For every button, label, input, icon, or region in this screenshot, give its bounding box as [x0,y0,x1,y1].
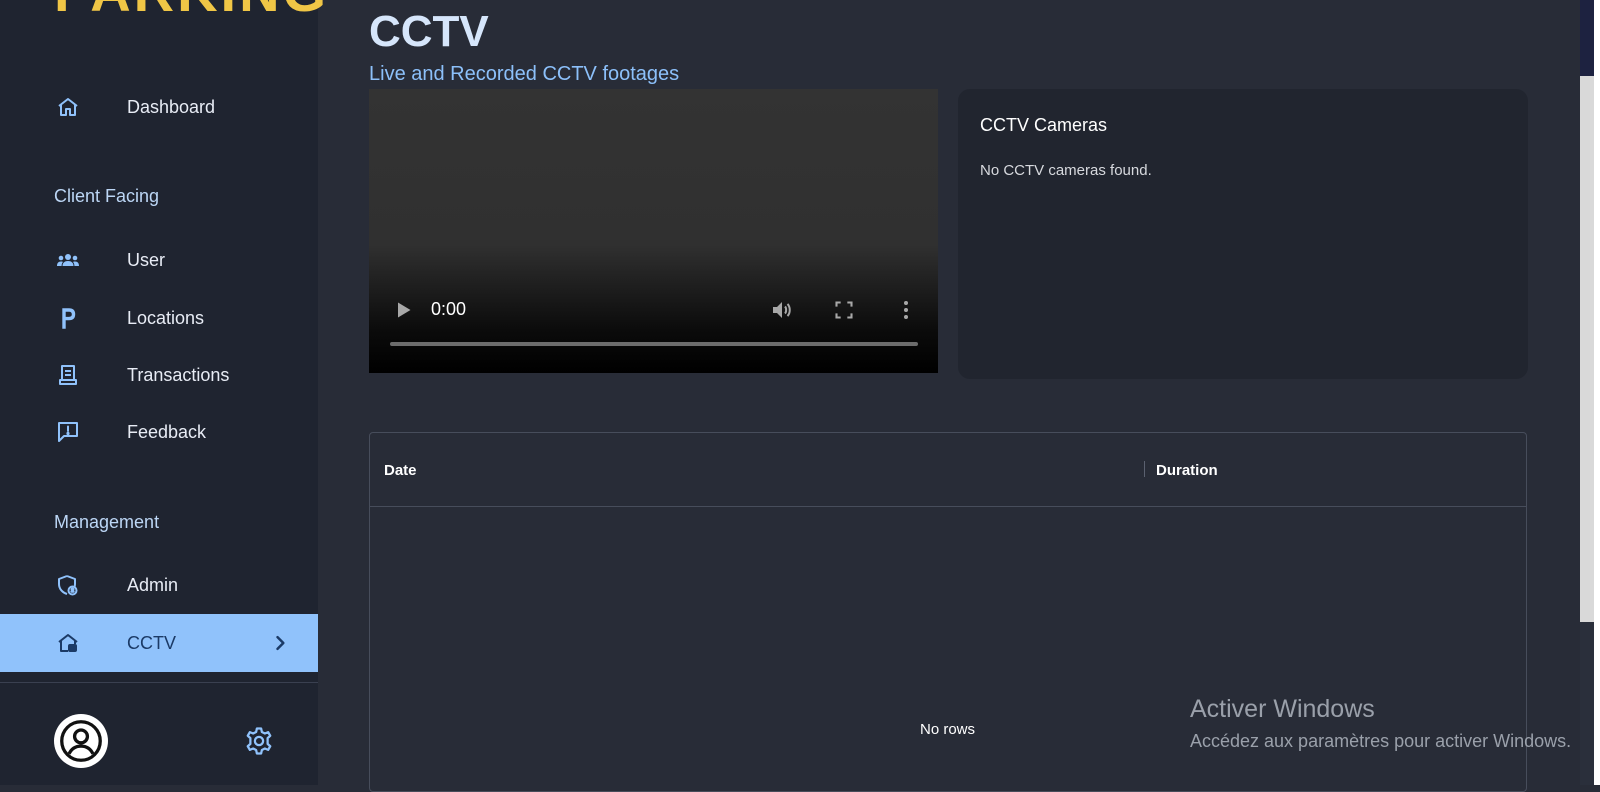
chevron-right-icon [276,635,285,651]
video-player[interactable]: 0:00 [369,89,938,373]
table-header: Date Duration [370,433,1526,507]
parking-icon [54,304,82,332]
page-subtitle: Live and Recorded CCTV footages [369,63,680,85]
more-options-icon[interactable] [896,298,916,322]
account-circle-icon [60,720,102,762]
home-icon [54,93,82,121]
video-time: 0:00 [431,299,467,319]
sidebar-item-label: CCTV [127,632,176,653]
app-logo: PARKING [54,0,329,20]
fullscreen-icon[interactable] [834,300,854,320]
page-title: CCTV [369,7,489,56]
table-empty-text: No rows [920,721,976,738]
sidebar-item-label: Admin [127,574,179,595]
window-edge [1594,0,1600,785]
receipt-icon [54,361,82,389]
sidebar-item-feedback[interactable]: Feedback [0,403,318,461]
sidebar-divider [0,682,318,683]
sidebar-item-user[interactable]: User [0,231,318,289]
sidebar-item-admin[interactable]: Admin [0,556,318,614]
sidebar-item-label: User [127,249,166,270]
sidebar-item-locations[interactable]: Locations [0,289,318,347]
sidebar-item-label: Transactions [127,364,230,385]
users-icon [54,246,82,274]
section-title-management: Management [54,512,160,532]
volume-icon[interactable] [770,298,794,322]
admin-shield-icon [54,571,82,599]
column-header-duration[interactable]: Duration [1156,462,1218,479]
section-title-client-facing: Client Facing [54,186,160,206]
scrollbar-thumb[interactable] [1580,76,1594,622]
windows-activation-title: Activer Windows [1190,695,1375,723]
sidebar-item-cctv[interactable]: CCTV [0,614,318,672]
user-avatar[interactable] [54,714,108,768]
cctv-cameras-panel: CCTV Cameras No CCTV cameras found. [958,89,1528,379]
sidebar-item-dashboard[interactable]: Dashboard [0,78,318,136]
scrollbar-top [1580,0,1594,76]
gear-icon[interactable] [244,726,274,756]
feedback-icon [54,418,82,446]
sidebar-item-transactions[interactable]: Transactions [0,346,318,404]
play-icon[interactable] [393,300,413,320]
column-separator[interactable] [1144,461,1145,477]
sidebar-item-label: Dashboard [127,96,216,117]
cctv-icon [54,629,82,657]
windows-activation-subtitle: Accédez aux paramètres pour activer Wind… [1190,731,1572,751]
sidebar-item-label: Locations [127,307,205,328]
cameras-empty-text: No CCTV cameras found. [980,162,1152,179]
cameras-title: CCTV Cameras [980,115,1108,135]
column-header-date[interactable]: Date [384,462,417,479]
video-progress-bar[interactable] [390,342,918,346]
sidebar-item-label: Feedback [127,421,207,442]
sidebar: PARKING Dashboard Client Facing User Loc… [0,0,326,785]
